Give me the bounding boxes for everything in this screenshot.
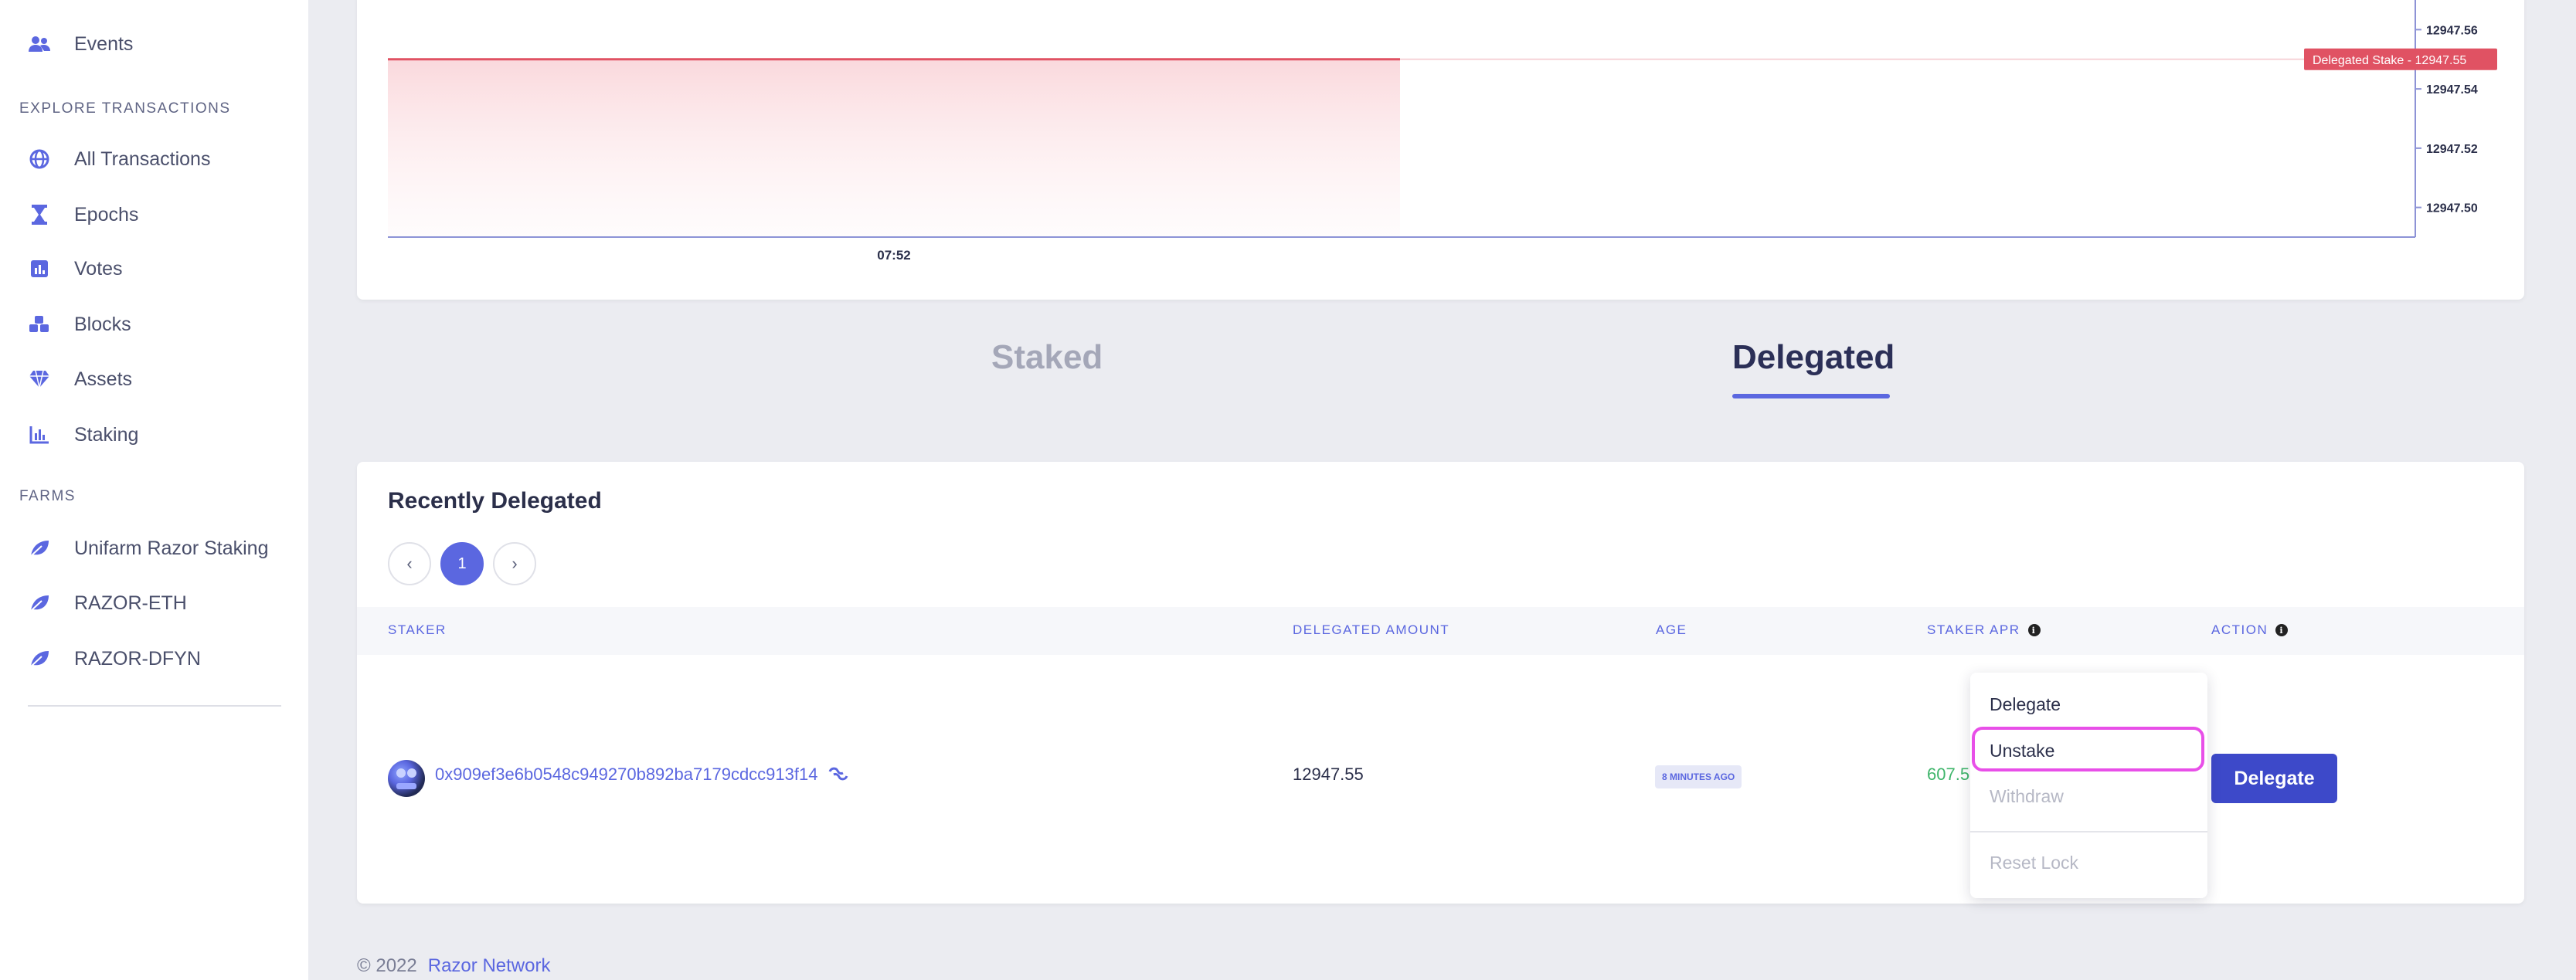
sidebar-item-label: Events xyxy=(74,32,134,55)
pagination-page-1[interactable]: 1 xyxy=(440,542,484,585)
sidebar-item-label: Votes xyxy=(74,257,123,280)
blocks-icon xyxy=(28,313,51,336)
column-header-age: AGE xyxy=(1656,622,1687,637)
sidebar-item-votes[interactable]: Votes xyxy=(28,253,123,284)
sidebar-item-label: Unifarm Razor Staking xyxy=(74,537,269,559)
sidebar-item-label: Blocks xyxy=(74,313,131,335)
current-value-tag-label: Delegated Stake - 12947.55 xyxy=(2313,54,2466,67)
staker-apr: 607.5 xyxy=(1927,765,1970,784)
leaf-icon xyxy=(28,647,51,670)
bar-chart-icon xyxy=(28,423,51,446)
tab-active-underline xyxy=(1732,394,1890,398)
sidebar-item-label: Epochs xyxy=(74,203,139,226)
section-title-farms: FARMS xyxy=(19,488,76,504)
column-header-action: ACTION i xyxy=(2211,622,2289,638)
ballot-icon xyxy=(28,257,51,280)
menu-divider xyxy=(1970,831,2207,832)
globe-icon xyxy=(28,148,51,171)
y-tick-label: 12947.54 xyxy=(2426,83,2478,97)
leaf-icon xyxy=(28,537,51,560)
card-title: Recently Delegated xyxy=(388,488,602,514)
column-header-amount: DELEGATED AMOUNT xyxy=(1293,622,1450,637)
sidebar-divider xyxy=(28,705,281,707)
age-badge: 8 MINUTES AGO xyxy=(1655,765,1742,788)
sidebar: Events EXPLORE TRANSACTIONS All Transact… xyxy=(0,0,308,980)
info-icon[interactable]: i xyxy=(2027,624,2041,636)
info-icon[interactable]: i xyxy=(2275,624,2289,636)
sidebar-item-razor-dfyn[interactable]: RAZOR-DFYN xyxy=(28,643,201,674)
hourglass-icon xyxy=(28,203,51,226)
y-tick-label: 12947.52 xyxy=(2426,143,2478,156)
leaf-icon xyxy=(28,592,51,615)
delegate-button[interactable]: Delegate xyxy=(2211,754,2337,803)
users-icon xyxy=(28,32,51,56)
x-tick-label: 07:52 xyxy=(877,248,910,263)
column-header-staker: STAKER xyxy=(388,622,447,637)
table-header: STAKER DELEGATED AMOUNT AGE STAKER APR i … xyxy=(357,607,2524,655)
y-tick-label: 12947.56 xyxy=(2426,24,2478,37)
sidebar-item-label: RAZOR-ETH xyxy=(74,592,187,614)
staker-address-link[interactable]: 0x909ef3e6b0548c949270b892ba7179cdcc913f… xyxy=(435,765,817,785)
sidebar-item-assets[interactable]: Assets xyxy=(28,364,132,395)
action-dropdown-menu: Delegate Unstake Withdraw Reset Lock xyxy=(1970,673,2207,898)
diamond-icon xyxy=(28,368,51,391)
avatar xyxy=(388,760,425,797)
sidebar-item-unifarm[interactable]: Unifarm Razor Staking xyxy=(28,533,268,564)
menu-item-reset-lock[interactable]: Reset Lock xyxy=(1990,853,2078,873)
footer: © 2022 Razor Network xyxy=(357,955,550,977)
sidebar-item-label: Staking xyxy=(74,423,139,446)
sidebar-item-all-transactions[interactable]: All Transactions xyxy=(28,144,210,175)
tab-staked[interactable]: Staked xyxy=(991,338,1103,377)
pagination-next-button[interactable]: › xyxy=(493,542,536,585)
sidebar-item-razor-eth[interactable]: RAZOR-ETH xyxy=(28,588,187,619)
tab-delegated[interactable]: Delegated xyxy=(1732,338,1895,377)
y-tick-label: 12947.50 xyxy=(2426,202,2478,215)
menu-item-delegate[interactable]: Delegate xyxy=(1990,694,2061,715)
column-header-apr: STAKER APR i xyxy=(1927,622,2041,638)
footer-copyright: © 2022 xyxy=(357,955,417,976)
sidebar-item-staking[interactable]: Staking xyxy=(28,419,138,450)
footer-link-razor-network[interactable]: Razor Network xyxy=(428,955,551,976)
sidebar-item-blocks[interactable]: Blocks xyxy=(28,309,131,340)
sidebar-item-label: Assets xyxy=(74,368,133,390)
link-icon[interactable] xyxy=(827,765,850,787)
sidebar-item-label: RAZOR-DFYN xyxy=(74,647,201,670)
delegated-stake-chart: 12947.56 12947.54 12947.52 12947.50 07:52 Del… xyxy=(388,0,2497,263)
sidebar-item-label: All Transactions xyxy=(74,148,211,170)
chart-card: 12947.56 12947.54 12947.52 12947.50 07:52 Del… xyxy=(357,0,2524,300)
delegated-amount: 12947.55 xyxy=(1293,765,1364,784)
pagination-prev-button[interactable]: ‹ xyxy=(388,542,431,585)
sidebar-item-epochs[interactable]: Epochs xyxy=(28,199,138,230)
sidebar-item-events[interactable]: Events xyxy=(28,29,133,59)
menu-item-withdraw[interactable]: Withdraw xyxy=(1990,786,2064,807)
area-fill xyxy=(388,59,1400,237)
section-title-explore: EXPLORE TRANSACTIONS xyxy=(19,100,231,117)
menu-item-unstake[interactable]: Unstake xyxy=(1990,741,2054,761)
